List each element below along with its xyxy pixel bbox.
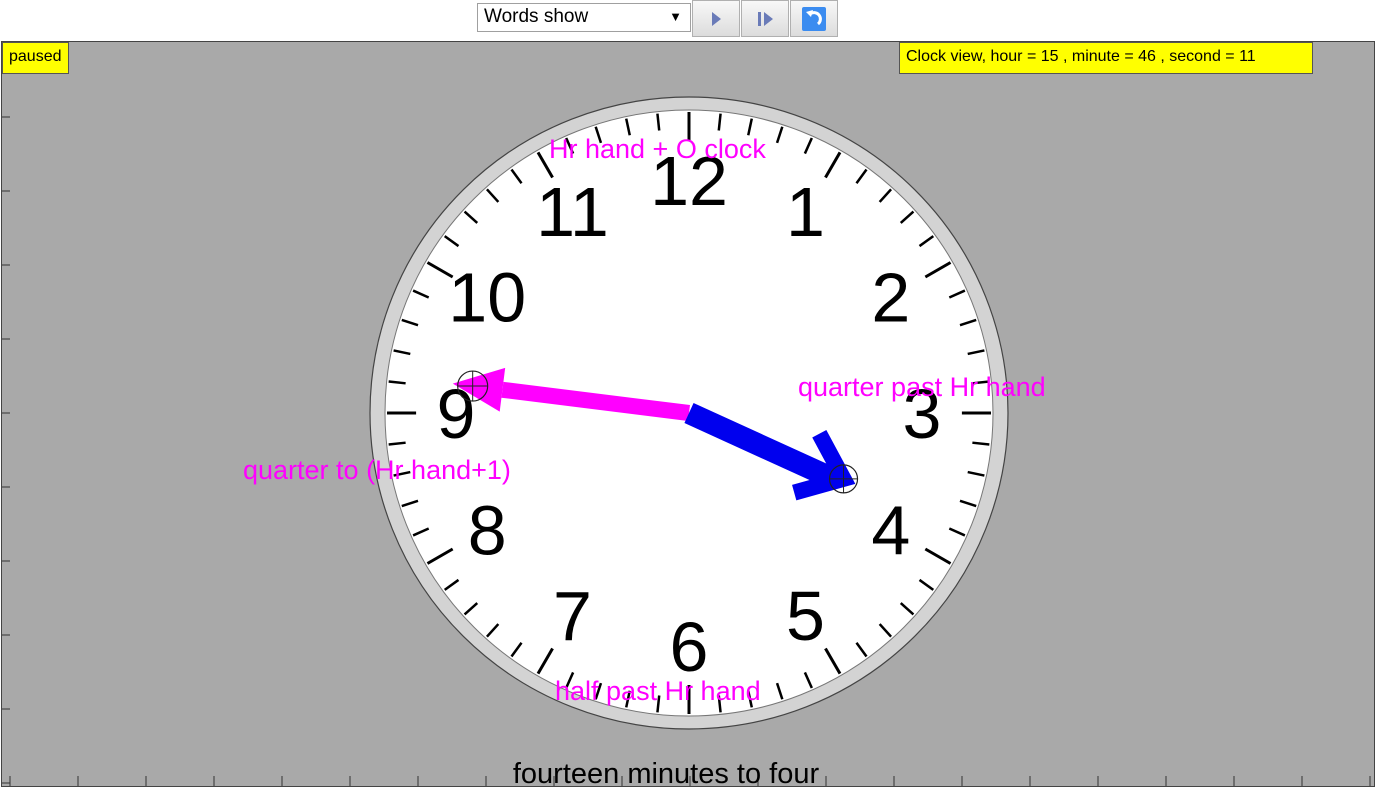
- hour-number-6: 6: [670, 608, 709, 686]
- hour-number-1: 1: [786, 173, 825, 251]
- hour-number-8: 8: [468, 492, 507, 570]
- clock-canvas: 12 1234567891011 Hr hand + O clock quarte…: [2, 96, 1371, 786]
- step-button[interactable]: [741, 0, 789, 37]
- step-icon: [758, 11, 773, 26]
- hint-right: quarter past Hr hand: [798, 372, 1046, 402]
- reset-icon: [802, 6, 826, 31]
- chevron-down-icon: ▼: [669, 9, 682, 24]
- minute-tick: [388, 380, 406, 385]
- reset-button[interactable]: [790, 0, 838, 37]
- time-in-words: fourteen minutes to four: [513, 758, 820, 786]
- hour-number-5: 5: [786, 577, 825, 655]
- mode-select[interactable]: Words show ▼: [477, 3, 691, 32]
- minute-tick: [972, 441, 990, 446]
- hour-number-7: 7: [553, 577, 592, 655]
- hour-number-10: 10: [448, 259, 526, 337]
- hint-left: quarter to (Hr hand+1): [243, 455, 511, 485]
- hour-number-11: 11: [536, 173, 609, 251]
- hint-top: Hr hand + O clock: [549, 134, 766, 164]
- mode-select-value: Words show: [484, 6, 589, 27]
- hour-number-2: 2: [871, 259, 910, 337]
- play-button[interactable]: [692, 0, 740, 37]
- minute-tick: [388, 441, 406, 446]
- clock-info-badge: Clock view, hour = 15 , minute = 46 , se…: [899, 42, 1313, 74]
- play-icon: [712, 11, 721, 26]
- toolbar: Words show ▼: [0, 0, 1379, 40]
- hint-bottom: half past Hr hand: [555, 676, 761, 706]
- clock-stage[interactable]: 12 1 2 3 4 5 6 7 8 9 10 11 Hr hand + O clock quarte…: [1, 41, 1375, 787]
- minute-tick: [656, 113, 661, 131]
- hour-number-4: 4: [871, 492, 910, 570]
- status-badge: paused: [2, 42, 69, 74]
- minute-tick: [717, 113, 722, 131]
